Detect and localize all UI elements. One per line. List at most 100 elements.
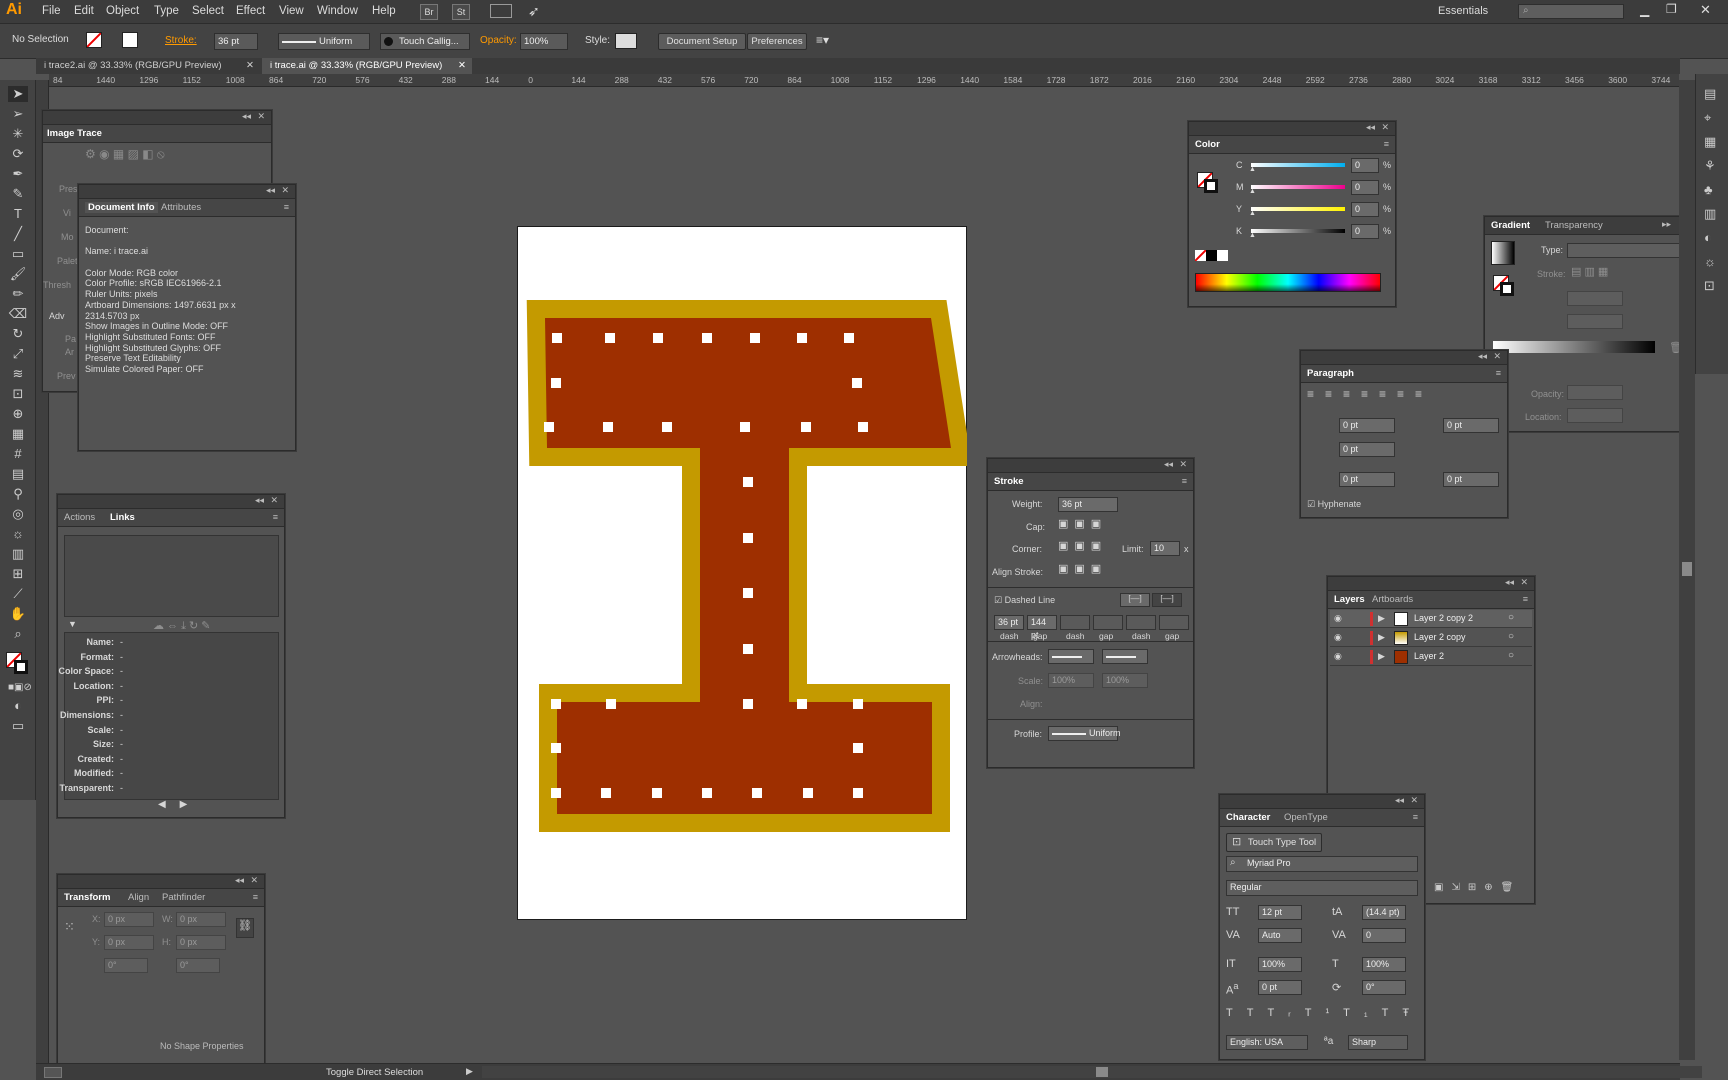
collapse-icon[interactable]: ◂◂ — [235, 875, 244, 886]
collapse-icon[interactable]: ◂◂ — [242, 111, 251, 122]
arrow-start-scale-field[interactable]: 100% — [1048, 673, 1094, 688]
close-panel-icon[interactable]: ✕ — [281, 185, 289, 196]
tab-paragraph[interactable]: Paragraph — [1307, 368, 1354, 379]
align-stroke-buttons[interactable]: ▣▣▣ — [1058, 562, 1107, 575]
collapse-icon[interactable]: ◂◂ — [266, 185, 275, 196]
dash-gap-field[interactable] — [1126, 615, 1156, 630]
h-field[interactable]: 0 px — [176, 935, 226, 950]
close-panel-icon[interactable]: ✕ — [270, 495, 278, 506]
horizontal-ruler[interactable]: 84 1440 1296 1152 1008 864 720 576 432 288 144 0 144… — [49, 74, 1679, 87]
dash-gap-field[interactable]: 144 pt — [1027, 615, 1057, 640]
line-tool-icon[interactable]: ╱ — [8, 226, 28, 242]
layer-row[interactable]: ◉ ▶ Layer 2 ○ — [1330, 648, 1532, 666]
stock-button[interactable]: St — [452, 4, 470, 20]
limit-field[interactable]: 10 — [1150, 541, 1180, 556]
scroll-thumb[interactable] — [1682, 562, 1692, 576]
close-panel-icon[interactable]: ✕ — [257, 111, 265, 122]
zoom-level-field[interactable] — [44, 1067, 62, 1078]
panel-menu-icon[interactable]: ≡ — [253, 892, 258, 902]
show-info-toggle-icon[interactable]: ▼ — [68, 619, 77, 629]
fill-swatch[interactable] — [86, 32, 102, 48]
tab-attributes[interactable]: Attributes — [161, 202, 201, 213]
anchor-point[interactable] — [752, 788, 762, 798]
gradient-type-select[interactable] — [1567, 243, 1683, 258]
collapse-icon[interactable]: ◂◂ — [1505, 577, 1514, 588]
constrain-link-icon[interactable]: ⛓ — [236, 918, 254, 938]
channel-slider[interactable] — [1251, 229, 1345, 233]
collapse-icon[interactable]: ◂◂ — [1164, 459, 1173, 470]
gradient-aspect-field[interactable] — [1567, 314, 1623, 329]
menu-select[interactable]: Select — [192, 5, 224, 17]
expand-arrow-icon[interactable]: ▶ — [1378, 613, 1385, 624]
slider-thumb-icon[interactable]: ▲ — [1249, 166, 1256, 173]
gradient-tool-icon[interactable]: ▤ — [8, 466, 28, 482]
opacity-label[interactable]: Opacity: — [480, 35, 517, 46]
slider-thumb-icon[interactable]: ▲ — [1249, 232, 1256, 239]
kerning-field[interactable]: Auto — [1258, 928, 1302, 943]
tab-gradient[interactable]: Gradient — [1491, 220, 1530, 231]
search-input[interactable]: ⌕ — [1518, 4, 1624, 19]
y-field[interactable]: 0 px — [104, 935, 154, 950]
space-after-field[interactable]: 0 pt — [1443, 472, 1499, 487]
panel-menu-icon[interactable]: ≡ — [1496, 368, 1501, 378]
menu-view[interactable]: View — [279, 5, 304, 17]
status-menu-arrow[interactable]: ▶ — [466, 1066, 473, 1077]
anchor-point[interactable] — [552, 333, 562, 343]
label-advanced[interactable]: Adv — [49, 311, 65, 321]
menu-edit[interactable]: Edit — [74, 5, 94, 17]
anchor-point[interactable] — [551, 743, 561, 753]
opacity-field[interactable]: 100% — [520, 33, 568, 50]
dash-gap-field[interactable] — [1060, 615, 1090, 630]
space-before-field[interactable]: 0 pt — [1339, 472, 1395, 487]
anchor-point[interactable] — [743, 477, 753, 487]
menu-help[interactable]: Help — [372, 5, 396, 17]
workspace-switcher[interactable]: Essentials — [1438, 5, 1488, 17]
anchor-point[interactable] — [551, 378, 561, 388]
layer-action-icons[interactable]: ▣⇲⊞⊕🗑 — [1434, 882, 1521, 893]
shear-field[interactable]: 0° — [176, 958, 220, 973]
color-mode-icon[interactable]: ■▣⊘ — [8, 680, 32, 696]
graph-tool-icon[interactable]: ▥ — [8, 546, 28, 562]
brush-definition[interactable]: Touch Callig... — [380, 33, 470, 50]
tab-align[interactable]: Align — [128, 892, 149, 903]
weight-field[interactable]: 36 pt — [1058, 497, 1118, 512]
anchor-point[interactable] — [853, 788, 863, 798]
menu-window[interactable]: Window — [317, 5, 358, 17]
stroke-swatch[interactable] — [122, 32, 138, 48]
panel-menu-icon[interactable]: ≡ — [1384, 139, 1389, 149]
anchor-point[interactable] — [652, 788, 662, 798]
font-family-select[interactable]: Myriad Pro — [1226, 856, 1418, 872]
collapse-icon[interactable]: ◂◂ — [1478, 351, 1487, 362]
dash-gap-field[interactable]: 36 pt — [994, 615, 1024, 630]
anchor-point[interactable] — [797, 699, 807, 709]
layer-row[interactable]: ◉ ▶ Layer 2 copy 2 ○ — [1330, 610, 1532, 628]
anchor-point[interactable] — [601, 788, 611, 798]
channel-slider[interactable] — [1251, 207, 1345, 211]
zoom-tool-icon[interactable]: ⌕ — [8, 626, 28, 642]
character-rotation-field[interactable]: 0° — [1362, 980, 1406, 995]
tab-stroke[interactable]: Stroke — [994, 476, 1024, 487]
anti-alias-select[interactable]: Sharp — [1348, 1035, 1408, 1050]
visibility-eye-icon[interactable]: ◉ — [1334, 632, 1342, 643]
text-style-buttons[interactable]: TTTᵣT¹T₁TŦ — [1226, 1007, 1423, 1019]
document-setup-button[interactable]: Document Setup — [658, 33, 746, 50]
menu-effect[interactable]: Effect — [236, 5, 265, 17]
alignment-buttons[interactable]: ≡≡≡≡≡≡≡ — [1307, 387, 1433, 401]
tab-transform[interactable]: Transform — [64, 892, 110, 903]
menu-file[interactable]: File — [42, 5, 61, 17]
corner-buttons[interactable]: ▣▣▣ — [1058, 539, 1107, 552]
hand-tool-icon[interactable]: ✋ — [8, 606, 28, 622]
gradient-opacity-field[interactable] — [1567, 385, 1623, 400]
anchor-point[interactable] — [853, 699, 863, 709]
anchor-point[interactable] — [661, 477, 671, 487]
close-tab-icon[interactable]: ✕ — [458, 58, 466, 74]
close-panel-icon[interactable]: ✕ — [1493, 351, 1501, 362]
links-list[interactable] — [64, 535, 279, 617]
panel-menu-icon[interactable]: ≡ — [1413, 812, 1418, 822]
dash-gap-field[interactable] — [1159, 615, 1189, 630]
channel-value-field[interactable]: 0 — [1351, 158, 1379, 173]
shape-builder-tool-icon[interactable]: ⊕ — [8, 406, 28, 422]
close-icon[interactable]: ✕ — [1700, 2, 1711, 18]
first-line-indent-field[interactable]: 0 pt — [1339, 442, 1395, 457]
w-field[interactable]: 0 px — [176, 912, 226, 927]
